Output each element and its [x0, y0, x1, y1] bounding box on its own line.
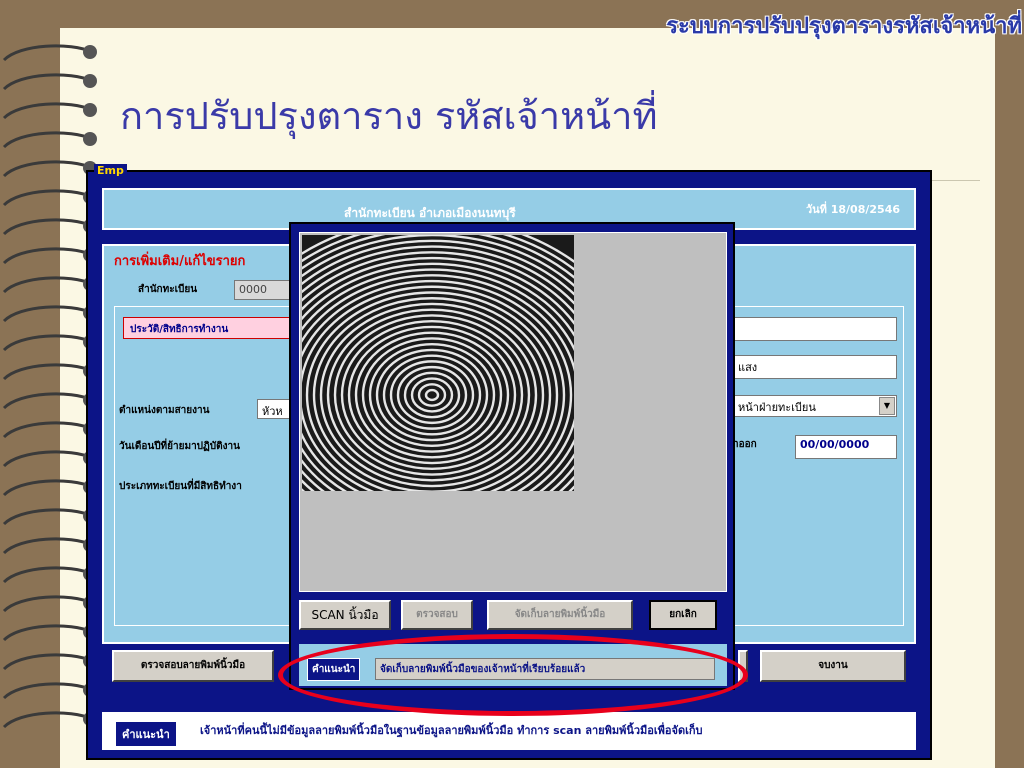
office-label: สำนักทะเบียน	[138, 284, 198, 295]
section-title: การเพิ่มเติม/แก้ไขรายก	[112, 250, 248, 271]
position-label: ตำแหน่งตามสายงาน	[119, 405, 210, 416]
position-dropdown-value: หน้าฝ่ายทะเบียน	[738, 401, 816, 414]
position-dropdown[interactable]: หน้าฝ่ายทะเบียน ▼	[733, 395, 897, 417]
spiral-ring	[2, 653, 93, 671]
spiral-ring	[2, 131, 93, 149]
finish-button[interactable]: จบงาน	[760, 650, 906, 682]
dialog-hint-label: คำแนะนำ	[307, 658, 361, 681]
exit-date-field[interactable]: 00/00/0000	[795, 435, 897, 459]
reg-type-label: ประเภททะเบียนที่มีสิทธิทำงา	[119, 481, 242, 492]
spiral-hole	[83, 103, 97, 117]
fingerprint-image	[302, 235, 574, 491]
spiral-ring	[2, 566, 93, 584]
spiral-ring	[2, 711, 93, 729]
dialog-hint-box: คำแนะนำ จัดเก็บลายพิมพ์นิ้วมือของเจ้าหน้…	[299, 644, 727, 686]
scan-finger-button[interactable]: SCAN นิ้วมือ	[299, 600, 391, 630]
spiral-ring	[2, 624, 93, 642]
spiral-ring	[2, 102, 93, 120]
spiral-ring	[2, 189, 93, 207]
dialog-hint-text: จัดเก็บลายพิมพ์นิ้วมือของเจ้าหน้าที่เรีย…	[375, 658, 715, 680]
header-title: ระบบการปรับปรุงตารางรหัสเจ้าหน้าที่	[666, 14, 1022, 39]
spiral-ring	[2, 537, 93, 555]
slide-title: การปรับปรุงตาราง รหัสเจ้าหน้าที่	[120, 94, 658, 138]
spiral-hole	[83, 45, 97, 59]
spiral-ring	[2, 595, 93, 613]
spiral-hole	[83, 74, 97, 88]
office-name: สำนักทะเบียน อำเภอเมืองนนทบุรี	[344, 206, 516, 220]
move-date-label: วันเดือนปีที่ย้ายมาปฏิบัติงาน	[119, 441, 240, 452]
date-display: วันที่ 18/08/2546	[805, 203, 900, 216]
fingerprint-scan-area	[299, 232, 727, 592]
office-code-field[interactable]: 0000	[234, 280, 294, 300]
hint-text: เจ้าหน้าที่คนนี้ไม่มีข้อมูลลายพิมพ์นิ้วม…	[200, 724, 703, 737]
spiral-ring	[2, 247, 93, 265]
spiral-ring	[2, 305, 93, 323]
spiral-ring	[2, 218, 93, 236]
spiral-ring	[2, 450, 93, 468]
spiral-ring	[2, 682, 93, 700]
exit-date-label: าออก	[733, 439, 757, 450]
verify-button[interactable]: ตรวจสอบ	[401, 600, 473, 630]
spiral-ring	[2, 44, 93, 62]
divider	[930, 180, 980, 181]
spiral-ring	[2, 73, 93, 91]
spiral-ring	[2, 363, 93, 381]
spiral-ring	[2, 479, 93, 497]
spiral-ring	[2, 392, 93, 410]
hint-label: คำแนะนำ	[114, 720, 178, 748]
spiral-ring	[2, 160, 93, 178]
surname-field[interactable]: แสง	[733, 355, 897, 379]
spiral-ring	[2, 334, 93, 352]
hint-bar: คำแนะนำ เจ้าหน้าที่คนนี้ไม่มีข้อมูลลายพิ…	[102, 712, 916, 750]
name-field[interactable]	[733, 317, 897, 341]
check-fingerprint-button[interactable]: ตรวจสอบลายพิมพ์นิ้วมือ	[112, 650, 274, 682]
save-fingerprint-button[interactable]: จัดเก็บลายพิมพ์นิ้วมือ	[487, 600, 633, 630]
fingerprint-dialog: SCAN นิ้วมือ ตรวจสอบ จัดเก็บลายพิมพ์นิ้ว…	[289, 222, 735, 690]
spiral-hole	[83, 132, 97, 146]
tab-work-history[interactable]: ประวัติ/สิทธิการทำงาน	[123, 317, 298, 339]
window-label: Emp	[94, 164, 127, 177]
chevron-down-icon[interactable]: ▼	[879, 397, 895, 415]
spiral-ring	[2, 508, 93, 526]
cancel-button[interactable]: ยกเลิก	[649, 600, 717, 630]
spiral-ring	[2, 276, 93, 294]
spiral-ring	[2, 421, 93, 439]
hidden-button-edge[interactable]	[738, 650, 748, 682]
